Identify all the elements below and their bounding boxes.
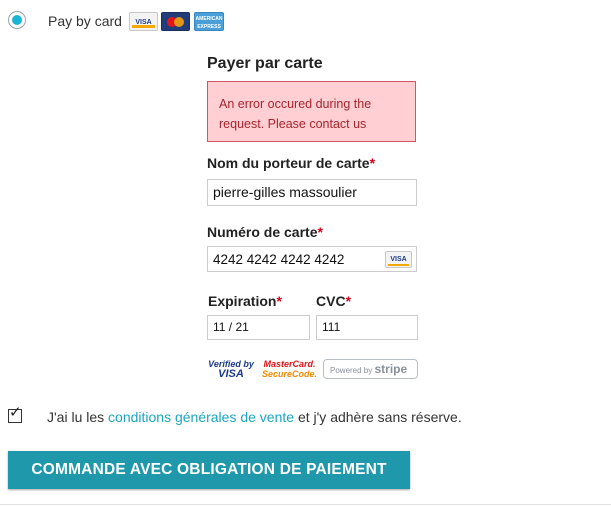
error-message: An error occured during the request. Ple…	[207, 81, 416, 142]
card-number-value: 4242 4242 4242 4242	[213, 252, 345, 267]
cardholder-label: Nom du porteur de carte*	[207, 155, 376, 171]
required-mark: *	[276, 293, 282, 309]
expiration-label: Expiration*	[208, 293, 282, 309]
visa-brand-icon: VISA	[385, 251, 412, 268]
card-number-input[interactable]: 4242 4242 4242 4242 VISA	[207, 246, 417, 272]
visa-logo-icon: VISA	[129, 12, 158, 31]
terms-link[interactable]: conditions générales de vente	[108, 409, 294, 425]
mastercard-logo-icon	[161, 12, 190, 31]
pay-by-card-label[interactable]: Pay by card	[48, 13, 122, 29]
expiration-input[interactable]: 11 / 21	[207, 315, 310, 340]
required-mark: *	[317, 224, 323, 240]
amex-logo-icon: AMERICAN EXPRESS	[194, 12, 224, 31]
required-mark: *	[369, 155, 376, 171]
divider	[0, 504, 611, 505]
card-number-label: Numéro de carte*	[207, 224, 323, 240]
checkmark-icon: ✓	[9, 404, 22, 421]
powered-by-stripe-badge: Powered by stripe	[323, 359, 418, 379]
stripe-logo: stripe	[374, 362, 408, 376]
card-form-title: Payer par carte	[207, 55, 323, 72]
terms-text: J'ai lu les conditions générales de vent…	[47, 409, 462, 425]
mastercard-securecode-badge: MasterCard. SecureCode.	[261, 359, 318, 379]
pay-by-card-radio[interactable]	[8, 11, 26, 29]
powered-by-text: Powered by	[330, 366, 373, 375]
mastercard-securecode-line2: SecureCode.	[261, 369, 318, 379]
cardholder-name-input[interactable]: pierre-gilles massoulier	[207, 179, 417, 206]
verified-by-visa-line2: VISA	[218, 368, 244, 380]
cvc-label: CVC*	[316, 293, 352, 309]
required-mark: *	[345, 293, 352, 309]
cvc-input[interactable]: 111	[316, 315, 418, 340]
verified-by-visa-badge: Verified by VISA	[206, 359, 256, 380]
order-button[interactable]: COMMANDE AVEC OBLIGATION DE PAIEMENT	[8, 451, 410, 489]
mastercard-securecode-line1: MasterCard.	[263, 359, 316, 369]
